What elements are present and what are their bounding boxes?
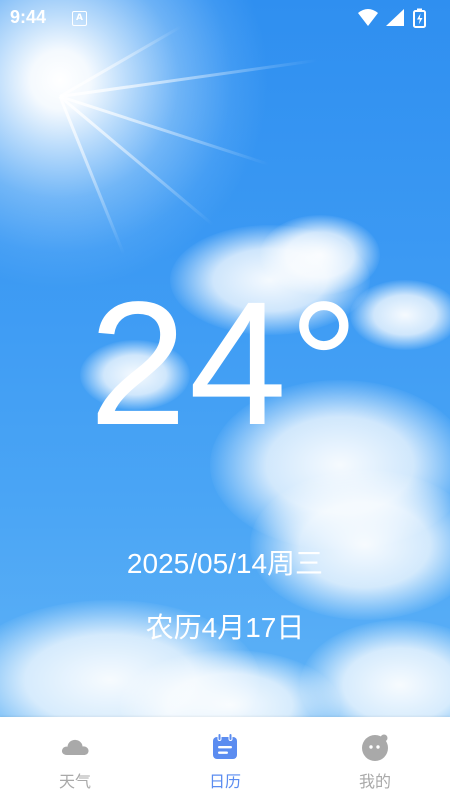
calendar-icon: [213, 733, 237, 759]
current-temperature: 24°: [88, 266, 362, 462]
lunar-date: 农历4月17日: [145, 612, 305, 643]
nav-label-profile: 我的: [358, 772, 391, 791]
nav-tab-weather[interactable]: 天气: [0, 717, 150, 800]
status-bar: 9:44 A: [0, 0, 450, 36]
nav-tab-profile[interactable]: 我的: [300, 717, 450, 800]
status-time: 9:44: [10, 7, 47, 27]
accessibility-notification-icon: A: [72, 11, 87, 26]
nav-tab-calendar[interactable]: 日历: [150, 717, 300, 800]
bottom-navigation: 天气 日历 我的: [0, 717, 450, 800]
profile-face-icon: [362, 734, 388, 761]
cell-signal-icon: [386, 9, 404, 26]
nav-label-weather: 天气: [58, 772, 91, 791]
battery-charging-icon: [413, 8, 426, 28]
wifi-icon: [358, 9, 378, 26]
gregorian-date: 2025/05/14周三: [126, 548, 324, 579]
nav-label-calendar: 日历: [208, 772, 241, 791]
status-icons: [356, 7, 440, 28]
weather-app: 9:44 A 24° 2025/05/14周三 农历4月17日 天气 日历 我的: [0, 0, 450, 800]
cloud-icon: [61, 739, 89, 755]
